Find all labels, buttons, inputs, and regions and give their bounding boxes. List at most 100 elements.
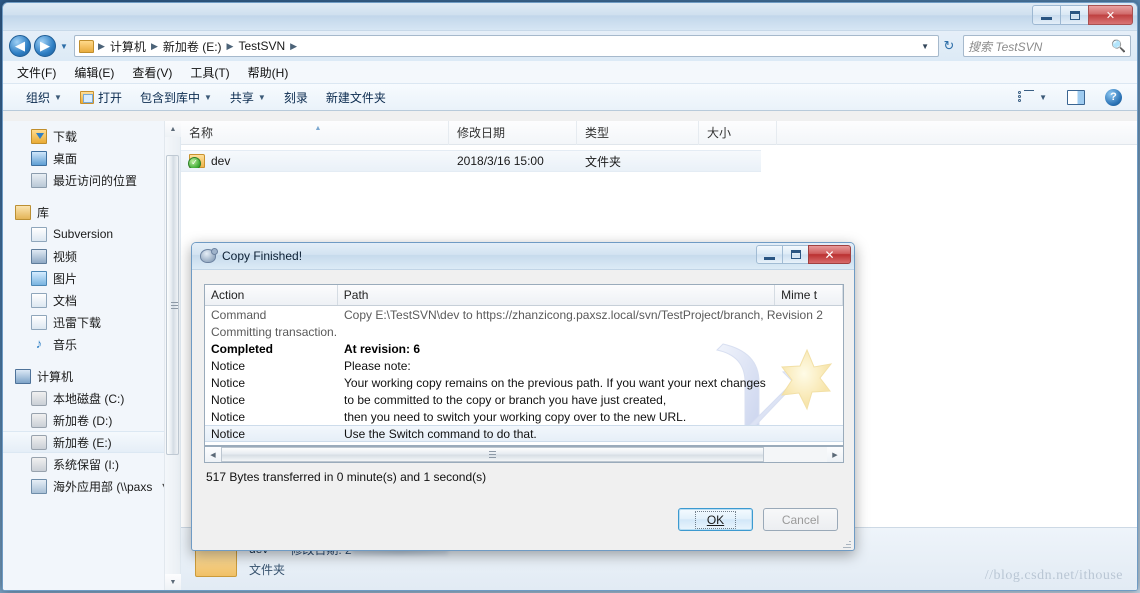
burn-button[interactable]: 刻录	[275, 86, 317, 109]
help-icon: ?	[1105, 88, 1122, 106]
log-row-path: then you need to switch your working cop…	[344, 409, 687, 424]
sidebar-item-label: 新加卷 (D:)	[53, 413, 113, 428]
scroll-right-button[interactable]: ▶	[827, 447, 843, 462]
sidebar-item-volume-d[interactable]: 新加卷 (D:)	[3, 409, 180, 431]
dialog-close-button[interactable]: ✕	[808, 245, 851, 264]
back-icon: ◀	[15, 38, 25, 53]
navigation-pane-scrollbar[interactable]: ▲ ▼	[164, 121, 181, 590]
log-row[interactable]: Notice to be committed to the copy or br…	[205, 391, 843, 408]
menu-view[interactable]: 查看(V)	[132, 62, 182, 83]
computer-icon	[15, 368, 31, 384]
transfer-status-text: 517 Bytes transferred in 0 minute(s) and…	[206, 470, 487, 484]
log-column-action[interactable]: Action	[205, 285, 338, 305]
svn-log-list[interactable]: Action Path Mime t Command Copy E:\TestS…	[204, 284, 844, 446]
log-row[interactable]: Notice Please note:	[205, 357, 843, 374]
address-dropdown-button[interactable]: ▼	[914, 42, 936, 51]
music-library-icon: ♪	[35, 335, 43, 351]
table-row[interactable]: dev 2018/3/16 15:00 文件夹	[181, 150, 761, 172]
breadcrumb-volume-e[interactable]: 新加卷 (E:)	[160, 38, 225, 55]
scroll-down-button[interactable]: ▼	[165, 574, 181, 590]
sidebar-item-label: 最近访问的位置	[53, 173, 138, 188]
open-button[interactable]: 打开	[71, 86, 131, 109]
breadcrumb-computer[interactable]: 计算机	[107, 38, 149, 55]
log-row[interactable]: Notice Your working copy remains on the …	[205, 374, 843, 391]
refresh-button[interactable]: ↻	[939, 38, 959, 54]
log-row[interactable]: Notice then you need to switch your work…	[205, 408, 843, 425]
menu-help[interactable]: 帮助(H)	[248, 62, 299, 83]
column-header-type[interactable]: 类型	[577, 120, 699, 145]
scrollbar-track[interactable]	[221, 447, 827, 462]
scroll-up-button[interactable]: ▲	[165, 121, 181, 137]
scrollbar-thumb[interactable]	[166, 155, 179, 455]
scroll-left-button[interactable]: ◀	[205, 447, 221, 462]
sidebar-item-music[interactable]: ♪ 音乐	[3, 333, 180, 355]
share-button[interactable]: 共享 ▼	[221, 86, 275, 109]
address-bar[interactable]: ▶ 计算机 ▶ 新加卷 (E:) ▶ TestSVN ▶ ▼	[74, 35, 939, 57]
column-header-size[interactable]: 大小	[699, 120, 777, 145]
cancel-button[interactable]: Cancel	[763, 508, 838, 531]
close-icon: ✕	[1105, 9, 1116, 22]
scrollbar-thumb[interactable]	[221, 447, 764, 462]
search-input[interactable]: 搜索 TestSVN 🔍	[963, 35, 1131, 57]
sidebar-item-pictures[interactable]: 图片	[3, 267, 180, 289]
dialog-titlebar: Copy Finished! ✕	[192, 243, 854, 270]
video-library-icon	[31, 248, 47, 264]
log-horizontal-scrollbar[interactable]: ◀ ▶	[204, 446, 844, 463]
thunder-download-icon	[31, 314, 47, 330]
log-row[interactable]: Committing transaction...	[205, 323, 843, 340]
sidebar-item-volume-e[interactable]: 新加卷 (E:)	[3, 431, 180, 453]
include-in-library-button[interactable]: 包含到库中 ▼	[131, 86, 221, 109]
drive-icon	[31, 434, 47, 450]
minimize-button[interactable]	[1032, 5, 1061, 25]
log-column-path[interactable]: Path	[338, 285, 776, 305]
library-icon	[15, 204, 31, 220]
log-column-mime-type[interactable]: Mime t	[775, 285, 843, 305]
sidebar-item-computer[interactable]: 计算机	[3, 365, 180, 387]
sidebar-item-label: 视频	[53, 249, 78, 264]
sidebar-item-libraries[interactable]: 库	[3, 201, 180, 223]
forward-button[interactable]: ▶	[34, 35, 56, 57]
minimize-icon	[1041, 17, 1052, 20]
menu-file[interactable]: 文件(F)	[17, 62, 66, 83]
file-name-cell[interactable]: dev	[181, 154, 449, 168]
dialog-minimize-button[interactable]	[756, 245, 783, 264]
menu-tools[interactable]: 工具(T)	[190, 62, 239, 83]
tree-group-gap	[3, 355, 180, 365]
drive-icon	[31, 456, 47, 472]
sidebar-item-label: 计算机	[37, 369, 74, 384]
help-button[interactable]: ?	[1096, 86, 1131, 109]
new-folder-button[interactable]: 新建文件夹	[317, 86, 395, 109]
log-row[interactable]: Notice Use the Switch command to do that…	[205, 425, 843, 442]
sidebar-item-system-reserved-i[interactable]: 系统保留 (I:)	[3, 453, 180, 475]
sidebar-item-videos[interactable]: 视频	[3, 245, 180, 267]
sidebar-item-downloads[interactable]: 下载	[3, 125, 180, 147]
sidebar-item-label: 新加卷 (E:)	[53, 435, 112, 450]
sidebar-item-thunder-download[interactable]: 迅雷下载	[3, 311, 180, 333]
back-button[interactable]: ◀	[9, 35, 31, 57]
sidebar-item-documents[interactable]: 文档	[3, 289, 180, 311]
column-header-name[interactable]: 名称	[181, 120, 449, 145]
sidebar-item-label: 桌面	[53, 151, 78, 166]
sidebar-item-recent-places[interactable]: 最近访问的位置	[3, 169, 180, 191]
recent-pages-button[interactable]: ▼	[57, 42, 71, 51]
log-row-action: Notice	[211, 409, 246, 424]
change-view-button[interactable]: ▼	[1009, 87, 1056, 108]
maximize-button[interactable]	[1060, 5, 1089, 25]
preview-pane-button[interactable]	[1058, 87, 1094, 108]
close-button[interactable]: ✕	[1088, 5, 1133, 25]
sidebar-item-local-disk-c[interactable]: 本地磁盘 (C:)	[3, 387, 180, 409]
sidebar-item-desktop[interactable]: 桌面	[3, 147, 180, 169]
dialog-maximize-button[interactable]	[782, 245, 809, 264]
resize-grip-icon[interactable]	[839, 536, 851, 548]
breadcrumb-testsvn[interactable]: TestSVN	[235, 39, 288, 53]
column-header-date-modified[interactable]: 修改日期	[449, 120, 577, 145]
ok-button[interactable]: OK	[678, 508, 753, 531]
sidebar-item-network-share[interactable]: 海外应用部 (\\paxs ▼	[3, 475, 180, 497]
search-icon: 🔍	[1111, 39, 1126, 53]
log-row[interactable]: Completed At revision: 6	[205, 340, 843, 357]
log-row[interactable]: Command Copy E:\TestSVN\dev to https://z…	[205, 306, 843, 323]
sidebar-item-subversion[interactable]: Subversion	[3, 223, 180, 245]
log-row-path: At revision: 6	[344, 341, 421, 356]
organize-button[interactable]: 组织 ▼	[17, 86, 71, 109]
menu-edit[interactable]: 编辑(E)	[74, 62, 124, 83]
